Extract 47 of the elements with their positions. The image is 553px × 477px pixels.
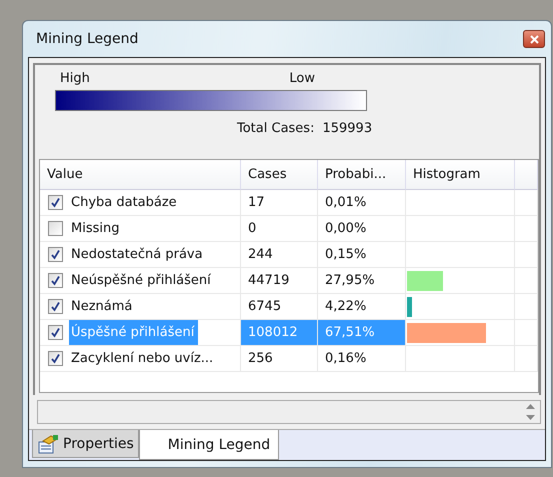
close-button[interactable] (523, 30, 545, 48)
table-cell: 0,15% (318, 242, 406, 268)
total-cases-value: 159993 (322, 121, 372, 136)
close-icon (530, 34, 538, 44)
total-cases-label: Total Cases: (237, 121, 314, 136)
table-cell (515, 346, 538, 372)
table-cell: 44719 (241, 268, 318, 294)
value-text: Missing (70, 221, 120, 236)
checkbox[interactable] (48, 247, 63, 262)
value-text: Neúspěšné přihlášení (70, 273, 212, 288)
table-cell: 17 (241, 190, 318, 216)
column-header[interactable]: Probabi... (318, 160, 406, 190)
checkbox[interactable] (48, 273, 63, 288)
table-cell: 0,16% (318, 346, 406, 372)
table-cell: 256 (241, 346, 318, 372)
value-text: Nedostatečná práva (70, 247, 204, 262)
table-cell (515, 216, 538, 242)
column-header (515, 160, 538, 190)
tab[interactable]: Mining Legend (138, 430, 280, 460)
checkbox[interactable] (48, 299, 63, 314)
tab[interactable]: Properties (32, 430, 139, 458)
checkbox[interactable] (48, 351, 63, 366)
scroll-up-icon[interactable] (526, 404, 534, 409)
properties-icon (37, 434, 59, 454)
value-text: Chyba databáze (70, 195, 178, 210)
high-label: High (60, 71, 90, 86)
table-cell: 67,51% (318, 320, 406, 346)
table-cell: 244 (241, 242, 318, 268)
column-header[interactable]: Value (40, 160, 241, 190)
column-header[interactable]: Histogram (406, 160, 515, 190)
checkbox[interactable] (48, 325, 63, 340)
window-title: Mining Legend (36, 31, 138, 47)
value-text: Zacyklení nebo uvíz... (70, 351, 214, 366)
table-cell (515, 242, 538, 268)
checkbox[interactable] (48, 221, 63, 236)
table-cell: 0,00% (318, 216, 406, 242)
table-cell: 0 (241, 216, 318, 242)
column-header[interactable]: Cases (241, 160, 318, 190)
scroll-down-icon[interactable] (526, 415, 534, 420)
table-cell: 27,95% (318, 268, 406, 294)
table-cell: 108012 (241, 320, 318, 346)
checkbox[interactable] (48, 195, 63, 210)
value-text: Úspěšné přihlášení (69, 320, 198, 345)
table-cell (515, 190, 538, 216)
value-text: Neznámá (70, 299, 134, 314)
table-cell: 0,01% (318, 190, 406, 216)
low-label: Low (289, 71, 315, 86)
